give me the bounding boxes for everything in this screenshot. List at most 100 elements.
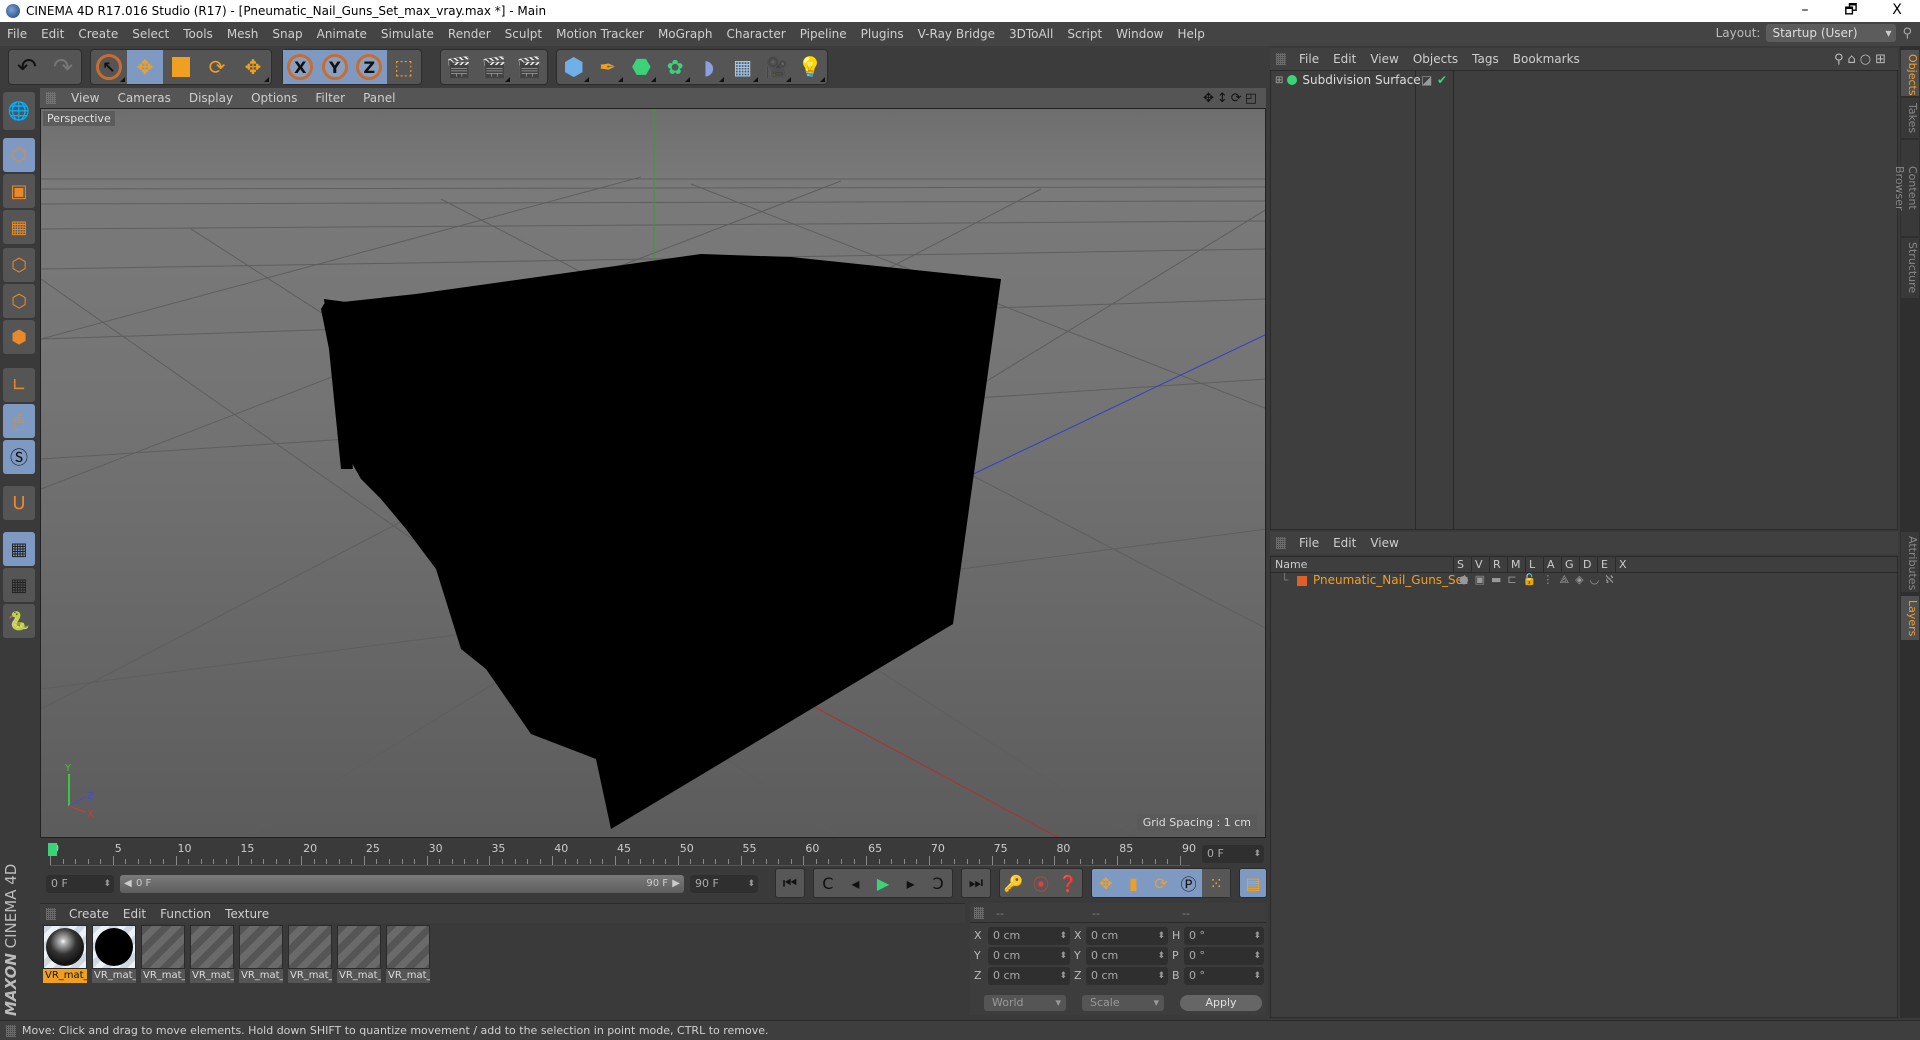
light-button[interactable]: 💡 xyxy=(793,50,827,84)
layer-row[interactable]: └ Pneumatic_Nail_Guns_Set ●▣▬⊏🔓⋮⟁◈◡ℵ xyxy=(1271,573,1897,589)
pan-view-icon[interactable]: ✥ xyxy=(1203,91,1217,106)
menu-sculpt[interactable]: Sculpt xyxy=(498,27,549,41)
key-param-button[interactable]: Ⓟ xyxy=(1175,869,1203,897)
workplane-mode-button[interactable]: ▦ xyxy=(3,210,35,244)
layer-column-header[interactable]: L xyxy=(1529,558,1535,571)
menu-vray-bridge[interactable]: V-Ray Bridge xyxy=(911,27,1002,41)
prev-key-button[interactable]: C xyxy=(814,869,842,897)
tab-objects[interactable]: Objects xyxy=(1901,50,1919,96)
layer-column-header[interactable]: S xyxy=(1457,558,1464,571)
layer-column-header[interactable]: A xyxy=(1547,558,1555,571)
key-scale-button[interactable]: ▮ xyxy=(1120,869,1148,897)
size-field[interactable]: 0 cm ⬍ xyxy=(1086,947,1168,965)
menu-window[interactable]: Window xyxy=(1109,27,1170,41)
menu-help[interactable]: Help xyxy=(1170,27,1211,41)
close-button[interactable]: X xyxy=(1874,0,1920,22)
material-menu-edit[interactable]: Edit xyxy=(116,907,153,921)
camera-label[interactable]: Perspective xyxy=(43,111,115,126)
z-axis-button[interactable]: Z xyxy=(352,50,387,84)
playhead-marker[interactable] xyxy=(48,843,57,856)
prev-frame-button[interactable]: ◂ xyxy=(842,869,870,897)
start-frame-field[interactable]: 0 F ⬍ xyxy=(46,875,114,893)
rotation-field[interactable]: 0 ° ⬍ xyxy=(1184,967,1264,985)
objects-menu-objects[interactable]: Objects xyxy=(1406,52,1465,66)
dolly-view-icon[interactable]: ↕ xyxy=(1217,91,1231,106)
timeline-button[interactable]: ▤ xyxy=(1240,869,1266,897)
expression-layer-icon[interactable]: ◡ xyxy=(1590,573,1606,586)
tab-structure[interactable]: Structure xyxy=(1901,238,1919,298)
viewport-menu-display[interactable]: Display xyxy=(180,91,242,105)
subdivision-button[interactable]: ⬣ xyxy=(625,50,659,84)
layer-column-header[interactable]: R xyxy=(1493,558,1501,571)
tweak-mode-button[interactable]: 🖱 xyxy=(3,404,35,438)
solo-layer-icon[interactable]: ● xyxy=(1459,573,1475,586)
viewport-menu-view[interactable]: View xyxy=(62,91,108,105)
play-button[interactable]: ▶ xyxy=(869,869,897,897)
mograph-button[interactable]: ✿ xyxy=(658,50,692,84)
generator-layer-icon[interactable]: ⟁ xyxy=(1559,573,1575,586)
rotation-field[interactable]: 0 ° ⬍ xyxy=(1184,947,1264,965)
layer-column-header[interactable]: D xyxy=(1583,558,1591,571)
menu-script[interactable]: Script xyxy=(1060,27,1109,41)
move-tool-button[interactable]: ✥ xyxy=(127,50,163,84)
layer-name[interactable]: Pneumatic_Nail_Guns_Set xyxy=(1313,573,1468,587)
viewport-menu-cameras[interactable]: Cameras xyxy=(108,91,179,105)
undo-button[interactable]: ↶ xyxy=(9,50,45,84)
x-axis-button[interactable]: X xyxy=(283,50,318,84)
solo-button[interactable]: Ⓢ xyxy=(3,440,35,474)
material-swatch[interactable]: VR_mat_ xyxy=(92,925,136,983)
layers-menu-view[interactable]: View xyxy=(1363,536,1405,550)
menu-mograph[interactable]: MoGraph xyxy=(651,27,720,41)
model-mode-button[interactable]: ⬡ xyxy=(3,138,35,172)
texture-mode-button[interactable]: ▣ xyxy=(3,174,35,208)
make-editable-button[interactable]: 🌐 xyxy=(3,92,35,130)
material-swatch[interactable]: VR_mat_ xyxy=(288,925,332,983)
manager-layer-icon[interactable]: ⊏ xyxy=(1507,573,1522,586)
layer-column-header[interactable]: V xyxy=(1475,558,1483,571)
menu-select[interactable]: Select xyxy=(125,27,176,41)
maximize-view-icon[interactable]: ◰ xyxy=(1245,91,1260,106)
menu-animate[interactable]: Animate xyxy=(310,27,374,41)
perspective-viewport[interactable]: Y Z X Perspective Grid Spacing : 1 cm xyxy=(40,108,1266,838)
material-swatch[interactable]: VR_mat_ xyxy=(190,925,234,983)
layer-column-header[interactable]: E xyxy=(1601,558,1608,571)
view-layer-icon[interactable]: ▣ xyxy=(1475,573,1491,586)
tab-layers[interactable]: Layers xyxy=(1901,596,1919,640)
current-frame-field[interactable]: 0 F ⬍ xyxy=(1202,845,1264,863)
menu-file[interactable]: File xyxy=(0,27,34,41)
camera-button[interactable]: 🎥 xyxy=(760,50,794,84)
goto-start-button[interactable]: ⏮ xyxy=(776,869,804,897)
material-swatch[interactable]: VR_mat_ xyxy=(386,925,430,983)
transform-tool-button[interactable]: ✥ xyxy=(235,50,271,84)
deformer-button[interactable]: ◗ xyxy=(692,50,726,84)
nail-strip-model[interactable] xyxy=(321,254,1001,829)
cube-button[interactable]: ⬢ xyxy=(557,50,591,84)
layer-column-header[interactable]: Name xyxy=(1275,558,1307,571)
size-field[interactable]: 0 cm ⬍ xyxy=(1086,927,1168,945)
range-right-arrow-icon[interactable]: ▶ xyxy=(672,875,680,893)
menu-pipeline[interactable]: Pipeline xyxy=(793,27,854,41)
layer-column-header[interactable]: M xyxy=(1511,558,1521,571)
workplane-lock-button[interactable]: ▦ xyxy=(3,532,35,566)
python-button[interactable]: 🐍 xyxy=(3,604,35,638)
search-icon[interactable]: ⚲ xyxy=(1902,26,1912,41)
points-mode-button[interactable]: ⬡ xyxy=(3,248,35,282)
menu-snap[interactable]: Snap xyxy=(265,27,309,41)
viewport-menu-panel[interactable]: Panel xyxy=(354,91,404,105)
render-settings-button[interactable]: 🎬 xyxy=(512,50,547,84)
menu-create[interactable]: Create xyxy=(71,27,125,41)
position-field[interactable]: 0 cm ⬍ xyxy=(988,927,1070,945)
tab-content-browser[interactable]: Content Browser xyxy=(1893,140,1919,236)
objects-menu-tags[interactable]: Tags xyxy=(1465,52,1506,66)
layer-color-swatch[interactable] xyxy=(1297,576,1307,586)
objects-menu-view[interactable]: View xyxy=(1363,52,1405,66)
menu-tools[interactable]: Tools xyxy=(176,27,220,41)
menu-edit[interactable]: Edit xyxy=(34,27,71,41)
tab-takes[interactable]: Takes xyxy=(1901,98,1919,138)
material-menu-texture[interactable]: Texture xyxy=(218,907,276,921)
new-window-icon[interactable]: ⊞ xyxy=(1875,52,1890,67)
redo-button[interactable]: ↷ xyxy=(45,50,81,84)
end-frame-field[interactable]: 90 F ⬍ xyxy=(690,875,758,893)
live-selection-button[interactable]: ↖ xyxy=(91,50,127,84)
range-slider[interactable]: ◀ 0 F 90 F ▶ xyxy=(120,875,684,893)
